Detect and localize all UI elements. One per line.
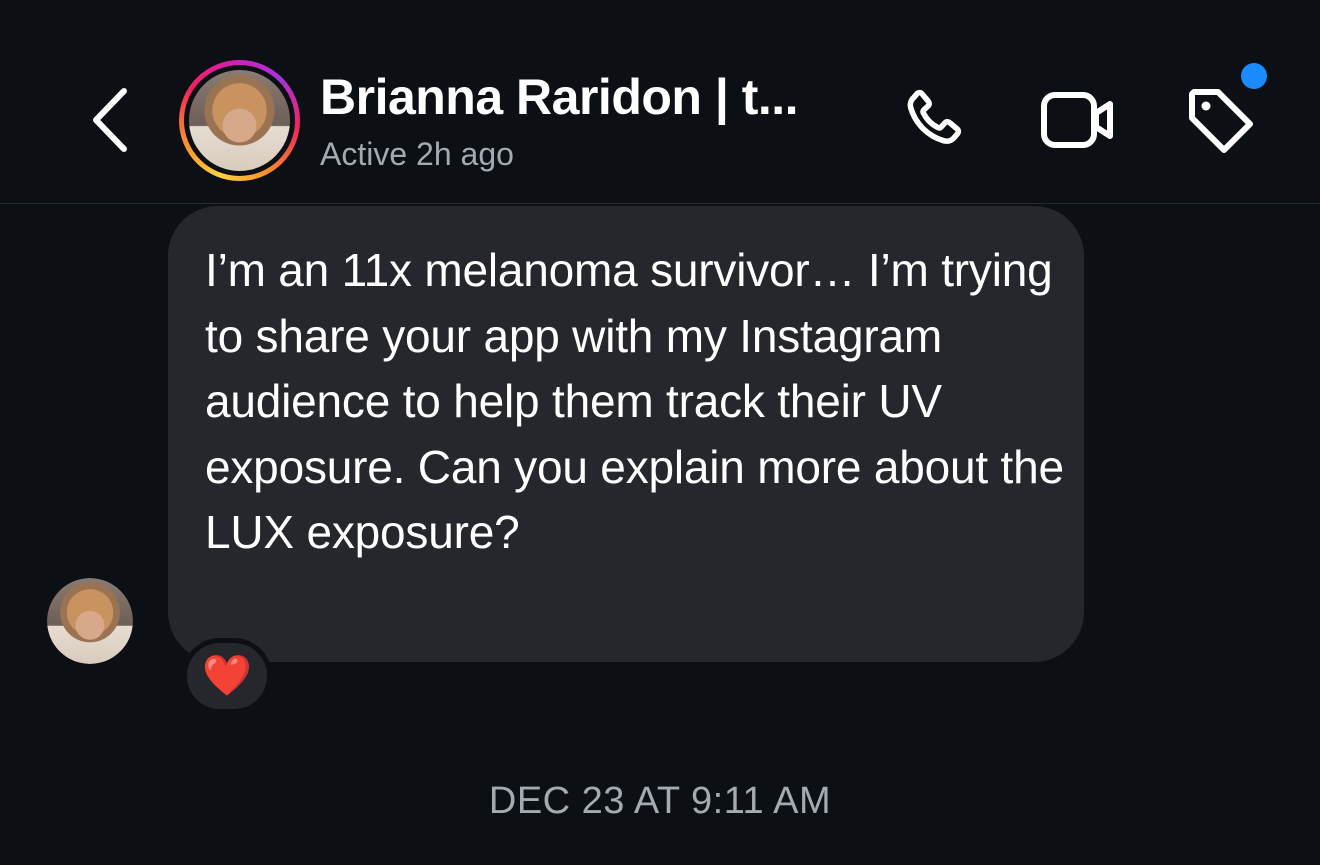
story-ring-avatar[interactable] (179, 60, 300, 181)
chat-header: Brianna Raridon | t... Active 2h ago (0, 0, 1320, 203)
back-button[interactable] (80, 82, 140, 158)
video-camera-icon (1041, 92, 1113, 148)
message-text: I’m an 11x melanoma survivor… I’m trying… (205, 244, 1064, 558)
video-call-button[interactable] (1034, 80, 1120, 160)
active-status: Active 2h ago (320, 136, 514, 172)
chevron-left-icon (93, 88, 127, 152)
dm-screen: Brianna Raridon | t... Active 2h ago I’m… (0, 0, 1320, 865)
message-timestamp: DEC 23 AT 9:11 AM (488, 780, 832, 822)
avatar (47, 578, 133, 664)
label-button[interactable] (1180, 80, 1260, 160)
heart-icon: ❤️ (202, 653, 252, 699)
avatar (189, 70, 290, 171)
sender-avatar[interactable] (47, 578, 133, 664)
heart-reaction[interactable]: ❤️ (182, 638, 272, 714)
notification-dot (1241, 63, 1267, 89)
contact-name[interactable]: Brianna Raridon | t... (320, 68, 799, 126)
audio-call-button[interactable] (893, 80, 973, 160)
phone-icon (907, 89, 962, 144)
tag-icon (1189, 89, 1253, 153)
header-divider (0, 203, 1320, 204)
